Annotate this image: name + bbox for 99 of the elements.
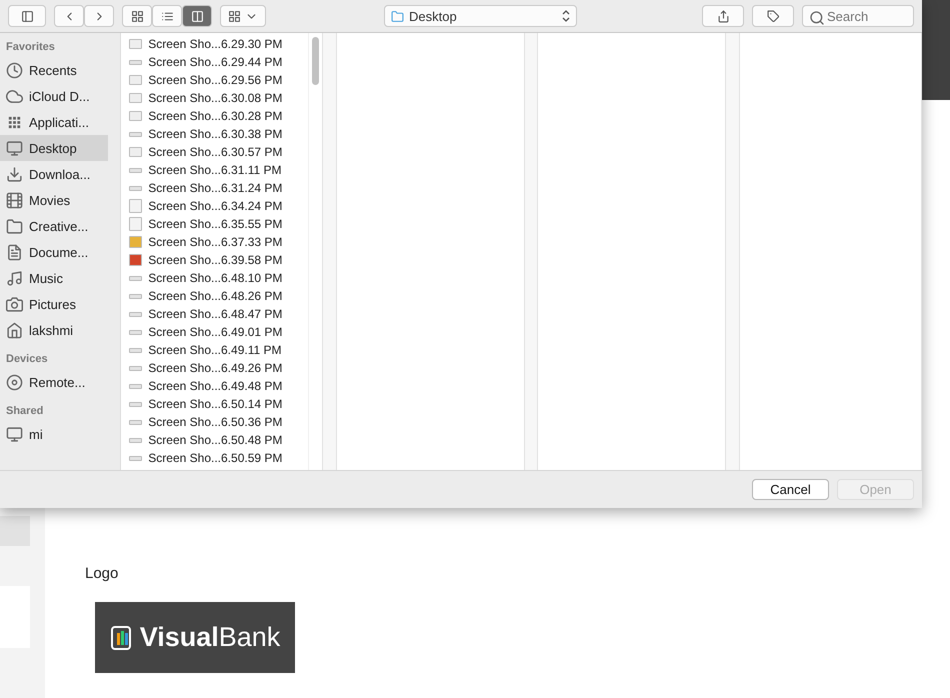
file-row[interactable]: Screen Sho...6.29.44 PM [121, 53, 308, 71]
image-icon [129, 236, 142, 248]
document-icon [129, 217, 142, 231]
file-row[interactable]: Screen Sho...6.37.33 PM [121, 233, 308, 251]
screenshot-icon [129, 93, 142, 103]
sidebar-icon [20, 10, 34, 22]
file-row[interactable]: Screen Sho...6.31.24 PM [121, 179, 308, 197]
sidebar-heading: Favorites [5, 41, 56, 53]
logo-text: VisualBank [140, 622, 280, 653]
sidebar-item[interactable]: Pictures [0, 291, 108, 317]
file-row[interactable]: Screen Sho...6.50.48 PM [121, 431, 308, 449]
file-row[interactable]: Screen Sho...6.48.10 PM [121, 269, 308, 287]
file-row[interactable]: Screen Sho...6.30.57 PM [121, 143, 308, 161]
view-mode-button[interactable] [122, 5, 152, 27]
grid-icon [130, 10, 144, 22]
search-field[interactable]: Search [802, 5, 914, 27]
screenshot-icon [129, 366, 142, 370]
cloud-icon [6, 88, 23, 104]
film-icon [6, 192, 23, 208]
file-row[interactable]: Screen Sho...6.39.58 PM [121, 251, 308, 269]
screenshot-icon [129, 438, 142, 442]
screenshot-icon [129, 147, 142, 157]
sidebar-item[interactable]: Remote... [0, 369, 108, 395]
download-icon [6, 166, 23, 182]
document-icon [129, 199, 142, 213]
section-label: Logo [85, 565, 120, 582]
music-note-icon [6, 270, 23, 286]
file-row[interactable]: Screen Sho...6.50.59 PM [121, 449, 308, 467]
grid-icon [228, 10, 241, 22]
sidebar-item[interactable]: Applicati... [0, 109, 108, 135]
tag-button[interactable] [752, 5, 794, 27]
file-row[interactable]: Screen Sho...6.49.01 PM [121, 323, 308, 341]
screenshot-icon [129, 456, 142, 460]
view-mode-button[interactable] [182, 5, 212, 27]
sidebar-item[interactable]: Desktop [0, 135, 108, 161]
image-icon [129, 254, 142, 266]
tag-icon [766, 10, 780, 22]
dialog-button[interactable]: Cancel [752, 479, 829, 500]
sidebar-item[interactable]: mi [0, 421, 108, 447]
file-row[interactable]: Screen Sho...6.50.36 PM [121, 413, 308, 431]
arrange-button[interactable] [220, 5, 266, 27]
monitor-icon [6, 140, 23, 156]
screenshot-icon [129, 402, 142, 406]
file-row[interactable]: Screen Sho...6.48.26 PM [121, 287, 308, 305]
screenshot-icon [129, 420, 142, 424]
clock-icon [6, 62, 23, 78]
sidebar-item[interactable]: Movies [0, 187, 108, 213]
file-row[interactable]: Screen Sho...6.30.28 PM [121, 107, 308, 125]
screenshot-icon [129, 60, 142, 64]
document-icon [6, 244, 23, 260]
folder-icon [6, 218, 23, 234]
screenshot-icon [129, 294, 142, 298]
screenshot-icon [129, 39, 142, 49]
search-icon [809, 10, 825, 26]
screenshot-icon [129, 132, 142, 136]
sidebar-heading: Shared [5, 405, 44, 417]
location-dropdown[interactable]: Desktop [384, 5, 577, 27]
sidebar-item[interactable]: Docume... [0, 239, 108, 265]
screenshot-icon [129, 186, 142, 190]
sidebar-panel [0, 516, 30, 546]
share-icon [716, 10, 730, 22]
screenshot-icon [129, 312, 142, 316]
file-row[interactable]: Screen Sho...6.50.14 PM [121, 395, 308, 413]
view-mode-button[interactable] [152, 5, 182, 27]
camera-icon [6, 296, 23, 312]
screenshot-icon [129, 330, 142, 334]
file-row[interactable]: Screen Sho...6.30.08 PM [121, 89, 308, 107]
file-row[interactable]: Screen Sho...6.31.11 PM [121, 161, 308, 179]
up-down-caret-icon [562, 10, 570, 22]
sidebar-item[interactable]: lakshmi [0, 317, 108, 343]
sidebar-item[interactable]: Downloa... [0, 161, 108, 187]
monitor-icon [6, 426, 23, 442]
share-button[interactable] [702, 5, 744, 27]
file-row[interactable]: Screen Sho...6.34.24 PM [121, 197, 308, 215]
sidebar-heading: Devices [5, 353, 49, 365]
file-row[interactable]: Screen Sho...6.29.30 PM [121, 35, 308, 53]
sidebar-item[interactable]: Creative... [0, 213, 108, 239]
sidebar-item[interactable]: iCloud D... [0, 83, 108, 109]
sidebar-item[interactable]: Music [0, 265, 108, 291]
columns-icon [190, 10, 204, 22]
sidebar-toggle-button[interactable] [8, 5, 46, 27]
file-row[interactable]: Screen Sho...6.49.48 PM [121, 377, 308, 395]
screenshot-icon [129, 348, 142, 352]
file-row[interactable]: Screen Sho...6.49.26 PM [121, 359, 308, 377]
screenshot-icon [129, 111, 142, 121]
file-row[interactable]: Screen Sho...6.49.11 PM [121, 341, 308, 359]
sidebar-item[interactable]: Recents [0, 57, 108, 83]
screenshot-icon [129, 168, 142, 172]
file-row[interactable]: Screen Sho...6.35.55 PM [121, 215, 308, 233]
list-icon [160, 10, 174, 22]
folder-icon [391, 10, 404, 22]
file-row[interactable]: Screen Sho...6.30.38 PM [121, 125, 308, 143]
file-row[interactable]: Screen Sho...6.48.47 PM [121, 305, 308, 323]
file-row[interactable]: Screen Sho...6.29.56 PM [121, 71, 308, 89]
screenshot-icon [129, 384, 142, 388]
screenshot-icon [129, 276, 142, 280]
disc-icon [6, 374, 23, 390]
house-icon [6, 322, 23, 338]
screenshot-icon [129, 75, 142, 85]
